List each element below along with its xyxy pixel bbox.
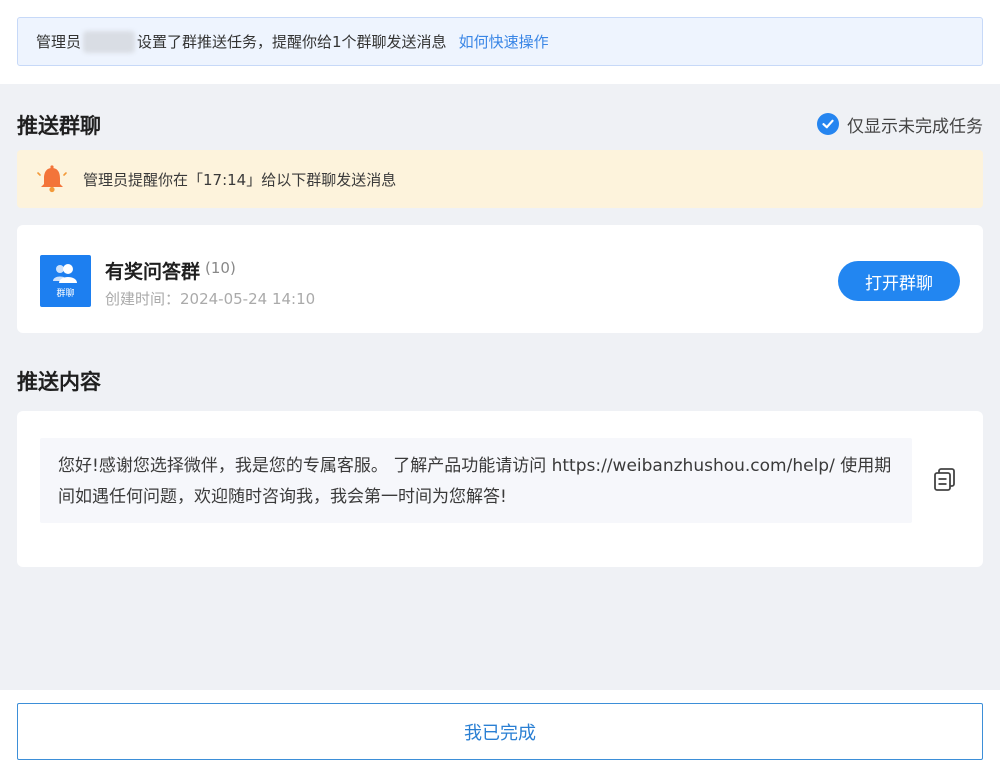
group-avatar: 群聊	[40, 255, 91, 307]
blurred-admin-name	[83, 30, 136, 53]
open-group-button[interactable]: 打开群聊	[838, 261, 960, 301]
content-card: 您好!感谢您选择微伴，我是您的专属客服。 了解产品功能请访问 https://w…	[17, 411, 983, 567]
how-to-link[interactable]: 如何快速操作	[459, 31, 549, 52]
show-incomplete-toggle[interactable]: 仅显示未完成任务	[817, 110, 983, 138]
bell-icon	[37, 165, 67, 193]
show-incomplete-label: 仅显示未完成任务	[847, 116, 983, 137]
message-text: 您好!感谢您选择微伴，我是您的专属客服。 了解产品功能请访问 https://w…	[40, 438, 912, 523]
push-groups-title: 推送群聊	[17, 114, 101, 138]
notice-bar: 管理员 设置了群推送任务，提醒你给1个群聊发送消息 如何快速操作	[17, 17, 983, 66]
push-content-title: 推送内容	[17, 370, 101, 394]
group-member-count: (10)	[205, 259, 236, 277]
group-created-time: 创建时间：2024-05-24 14:10	[105, 290, 316, 308]
group-name: 有奖问答群	[105, 261, 201, 283]
notice-prefix: 管理员	[36, 33, 82, 51]
group-people-icon	[52, 264, 77, 283]
reminder-text: 管理员提醒你在「17:14」给以下群聊发送消息	[83, 170, 397, 189]
copy-icon[interactable]	[932, 466, 958, 492]
done-button[interactable]: 我已完成	[17, 703, 983, 760]
reminder-bar: 管理员提醒你在「17:14」给以下群聊发送消息	[17, 150, 983, 208]
group-card: 群聊 有奖问答群 (10) 创建时间：2024-05-24 14:10 打开群聊	[17, 225, 983, 333]
checkmark-icon	[817, 113, 839, 135]
bottom-area: 我已完成	[0, 690, 1000, 771]
top-section: 管理员 设置了群推送任务，提醒你给1个群聊发送消息 如何快速操作	[0, 0, 1000, 84]
notice-text: 设置了群推送任务，提醒你给1个群聊发送消息	[137, 33, 447, 51]
avatar-label: 群聊	[56, 289, 75, 299]
